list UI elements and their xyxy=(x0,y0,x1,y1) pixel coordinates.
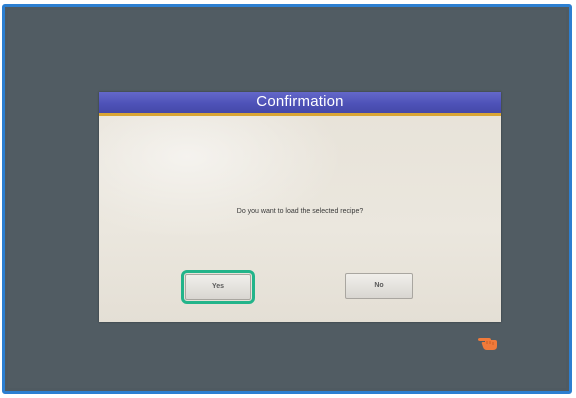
dialog-title-bar: Confirmation xyxy=(99,92,501,116)
confirmation-dialog: Confirmation Do you want to load the sel… xyxy=(99,92,501,322)
hmi-screen: Confirmation Do you want to load the sel… xyxy=(8,10,566,388)
hand-pointer-icon xyxy=(478,338,497,350)
yes-button[interactable]: Yes xyxy=(181,270,255,304)
dialog-message: Do you want to load the selected recipe? xyxy=(236,208,364,215)
dialog-title: Confirmation xyxy=(256,93,344,110)
no-button[interactable]: No xyxy=(345,273,413,299)
hmi-screen-frame: Confirmation Do you want to load the sel… xyxy=(2,4,572,394)
